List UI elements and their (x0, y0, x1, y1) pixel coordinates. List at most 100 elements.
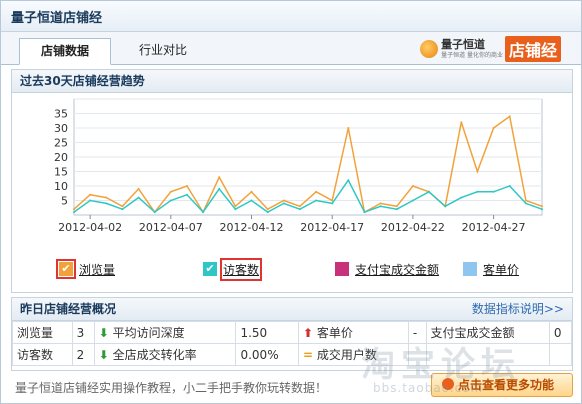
metric-label: 平均访问深度 (112, 326, 185, 340)
metric-label: 全店成交转化率 (112, 348, 197, 362)
checkbox-checked-icon[interactable]: ✔ (203, 262, 217, 276)
data-point (169, 190, 172, 193)
metric-value: 0.00% (235, 343, 299, 366)
summary-panel-header: 昨日店铺经营概况 数据指标说明>> (12, 298, 572, 321)
y-tick-label: 20 (54, 151, 68, 164)
logo-badge: 店铺经 (504, 36, 561, 62)
data-point (218, 176, 221, 179)
data-point (121, 205, 124, 208)
metric-label-cell: ⬇ 平均访问深度 (93, 321, 237, 344)
data-point (250, 190, 253, 193)
app-window: 量子恒道店铺经 店铺数据 行业对比 量子恒道 量子恒道 量化你的商业 店铺经 过… (0, 0, 582, 404)
equal-icon: = (302, 348, 313, 362)
y-tick-label: 15 (54, 166, 68, 179)
data-point (250, 199, 253, 202)
data-point (541, 208, 543, 211)
checkbox-checked-icon[interactable]: ✔ (56, 259, 76, 279)
data-point (347, 127, 350, 129)
data-point (185, 185, 188, 187)
data-point (298, 208, 301, 211)
data-point (73, 208, 75, 211)
down-arrow-icon: ⬇ (98, 348, 109, 362)
data-point (298, 205, 301, 208)
metric-value: 0 (548, 321, 573, 344)
x-tick-label: 2012-04-27 (462, 221, 526, 234)
data-point (476, 190, 479, 193)
data-point (541, 205, 543, 208)
x-tick-label: 2012-04-07 (139, 221, 203, 234)
data-point (379, 205, 382, 208)
up-arrow-icon: ⬆ (302, 326, 313, 340)
data-point (315, 199, 318, 202)
data-point (282, 199, 285, 202)
legend-item-avg-order[interactable]: 客单价 (463, 259, 519, 279)
legend-swatch[interactable] (463, 262, 477, 276)
y-tick-label: 35 (54, 108, 68, 121)
logo-icon (420, 40, 439, 58)
data-point (315, 190, 318, 193)
logo-subtitle: 量子恒道 量化你的商业 (441, 52, 503, 59)
data-point (137, 187, 140, 190)
data-point (347, 179, 350, 182)
y-tick-label: 10 (54, 180, 68, 193)
brand-logo: 量子恒道 量子恒道 量化你的商业 店铺经 (420, 36, 561, 62)
window-title: 量子恒道店铺经 (11, 11, 103, 26)
x-tick-label: 2012-04-17 (300, 221, 364, 234)
y-tick-label: 30 (54, 122, 68, 135)
legend-swatch[interactable] (335, 262, 349, 276)
watermark-url: bbs.taobao.com (373, 381, 484, 395)
data-point (89, 193, 92, 196)
data-point (444, 205, 447, 208)
data-point (508, 115, 511, 118)
data-point (508, 185, 511, 187)
legend-item-pageviews[interactable]: ✔ 浏览量 (56, 259, 116, 279)
tab-industry-compare[interactable]: 行业对比 (123, 38, 203, 63)
x-tick-label: 2012-04-02 (58, 221, 122, 234)
metric-help-link[interactable]: 数据指标说明>> (472, 298, 564, 320)
data-point (89, 199, 92, 202)
data-point (105, 196, 108, 199)
trend-panel-title: 过去30天店铺经营趋势 (12, 70, 572, 93)
data-point (137, 196, 140, 199)
data-point (492, 127, 495, 129)
metric-value: 1.50 (235, 321, 299, 344)
data-point (169, 199, 172, 202)
metric-label: 浏览量 (12, 321, 73, 344)
data-point (395, 208, 398, 211)
data-point (331, 202, 334, 205)
tutorial-text: 量子恒道店铺经实用操作教程，小二手把手教你玩转数据！ (15, 381, 328, 395)
data-point (266, 208, 269, 211)
data-point (153, 211, 156, 214)
data-point (185, 193, 188, 196)
data-point (395, 205, 398, 208)
metric-value: 3 (71, 321, 95, 344)
data-point (460, 196, 463, 199)
y-tick-label: 25 (54, 137, 68, 150)
metric-value (548, 343, 573, 366)
legend-label: 支付宝成交金额 (355, 262, 440, 277)
title-bar: 量子恒道店铺经 (1, 1, 581, 32)
data-point (379, 202, 382, 205)
tab-bar: 店铺数据 行业对比 量子恒道 量子恒道 量化你的商业 店铺经 (1, 32, 581, 65)
x-tick-label: 2012-04-12 (220, 221, 284, 234)
data-point (460, 121, 463, 124)
tab-shop-data[interactable]: 店铺数据 (19, 38, 111, 65)
trend-chart: 5 1015 2025 3035 2012-04-02 2012-04-07 2012-04… (54, 98, 543, 234)
data-point (234, 208, 237, 211)
y-tick-label: 5 (61, 195, 68, 208)
down-arrow-icon: ⬇ (98, 326, 109, 340)
data-point (524, 202, 527, 205)
watermark: 淘宝论坛 (361, 345, 521, 385)
data-point (234, 205, 237, 208)
legend-label: 浏览量 (79, 262, 116, 277)
data-point (411, 199, 414, 202)
data-point (282, 202, 285, 205)
legend-item-visitors[interactable]: ✔ 访客数 (203, 257, 263, 281)
legend-item-alipay-amount[interactable]: 支付宝成交金额 (335, 259, 439, 279)
data-point (121, 208, 124, 211)
data-point (428, 190, 431, 193)
legend-label: 访客数 (219, 257, 263, 281)
metric-label: 客单价 (316, 326, 353, 340)
data-point (266, 211, 269, 214)
metric-label: 访客数 (12, 343, 73, 366)
